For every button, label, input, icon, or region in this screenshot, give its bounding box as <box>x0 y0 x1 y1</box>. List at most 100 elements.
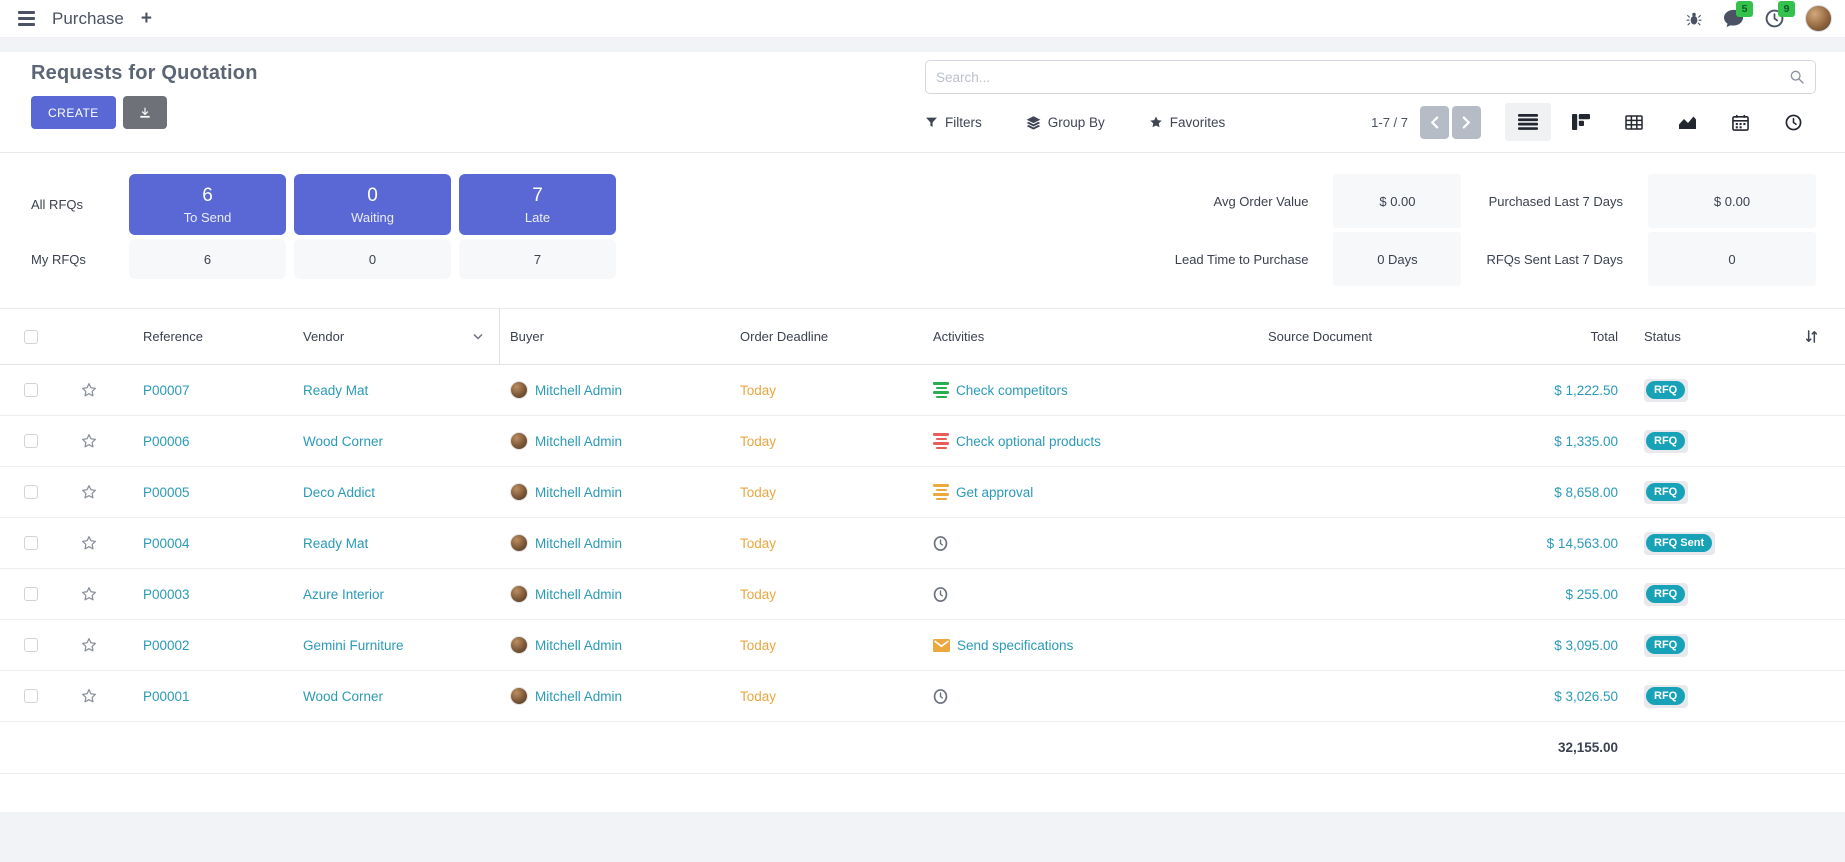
activity-list-icon[interactable] <box>933 433 949 449</box>
activities-clock-icon[interactable]: 9 <box>1765 9 1784 28</box>
apps-menu-icon[interactable] <box>18 11 35 26</box>
sort-chevron-icon[interactable] <box>473 333 483 340</box>
header-buyer[interactable]: Buyer <box>500 329 725 344</box>
view-activity-button[interactable] <box>1770 103 1816 141</box>
header-status[interactable]: Status <box>1630 329 1778 344</box>
activity-label[interactable]: Get approval <box>956 485 1033 500</box>
reference-link[interactable]: P00003 <box>143 587 190 602</box>
reference-link[interactable]: P00004 <box>143 536 190 551</box>
vendor-link[interactable]: Deco Addict <box>303 485 375 500</box>
activity-cell[interactable]: Send specifications <box>920 638 1230 653</box>
activity-label[interactable]: Check optional products <box>956 434 1101 449</box>
row-checkbox[interactable] <box>24 689 38 703</box>
activity-clock-icon[interactable] <box>933 586 948 603</box>
tile-to-send-my[interactable]: 6 <box>129 239 286 279</box>
table-row[interactable]: P00003 Azure Interior Mitchell Admin Tod… <box>0 569 1845 620</box>
activity-cell[interactable] <box>920 688 1230 705</box>
activity-label[interactable]: Send specifications <box>957 638 1073 653</box>
row-checkbox[interactable] <box>24 383 38 397</box>
row-checkbox[interactable] <box>24 638 38 652</box>
create-button[interactable]: CREATE <box>31 96 116 129</box>
tile-waiting-all[interactable]: 0 Waiting <box>294 174 451 235</box>
vendor-link[interactable]: Ready Mat <box>303 383 368 398</box>
row-star[interactable] <box>62 585 115 603</box>
reference-link[interactable]: P00006 <box>143 434 190 449</box>
row-star[interactable] <box>62 534 115 552</box>
view-kanban-button[interactable] <box>1558 103 1604 141</box>
search-icon[interactable] <box>1789 69 1805 85</box>
kpi-rfqs-sent-7d: 0 <box>1648 232 1816 286</box>
table-row[interactable]: P00002 Gemini Furniture Mitchell Admin T… <box>0 620 1845 671</box>
activity-cell[interactable]: Get approval <box>920 484 1230 500</box>
pager-previous-button[interactable] <box>1420 106 1449 139</box>
row-star[interactable] <box>62 381 115 399</box>
row-checkbox[interactable] <box>24 536 38 550</box>
debug-bug-icon[interactable] <box>1686 10 1702 27</box>
header-source-document[interactable]: Source Document <box>1230 329 1450 344</box>
activity-cell[interactable]: Check competitors <box>920 382 1230 398</box>
favorites-button[interactable]: Favorites <box>1149 115 1226 130</box>
row-star[interactable] <box>62 483 115 501</box>
row-checkbox[interactable] <box>24 587 38 601</box>
vendor-link[interactable]: Wood Corner <box>303 434 383 449</box>
reference-link[interactable]: P00002 <box>143 638 190 653</box>
activity-cell[interactable]: Check optional products <box>920 433 1230 449</box>
activity-cell[interactable] <box>920 586 1230 603</box>
tile-late-my[interactable]: 7 <box>459 239 616 279</box>
view-pivot-button[interactable] <box>1611 103 1657 141</box>
buyer-name: Mitchell Admin <box>535 536 622 551</box>
table-row[interactable]: P00004 Ready Mat Mitchell Admin Today $ … <box>0 518 1845 569</box>
export-download-button[interactable] <box>123 96 167 129</box>
reference-link[interactable]: P00007 <box>143 383 190 398</box>
group-by-button[interactable]: Group By <box>1026 115 1105 130</box>
header-vendor[interactable]: Vendor <box>295 309 500 364</box>
header-order-deadline[interactable]: Order Deadline <box>725 329 920 344</box>
activity-list-icon[interactable] <box>933 382 949 398</box>
tile-to-send: 6 To Send 6 <box>129 174 286 308</box>
status-badge-label: RFQ <box>1646 636 1685 654</box>
activity-list-icon[interactable] <box>933 484 949 500</box>
pager-next-button[interactable] <box>1452 106 1481 139</box>
kpi-purchased-7d-label: Purchased Last 7 Days <box>1486 194 1623 209</box>
select-all-checkbox[interactable] <box>24 330 38 344</box>
vendor-link[interactable]: Ready Mat <box>303 536 368 551</box>
view-graph-button[interactable] <box>1664 103 1710 141</box>
filters-button[interactable]: Filters <box>925 115 982 130</box>
activity-cell[interactable] <box>920 535 1230 552</box>
vendor-link[interactable]: Gemini Furniture <box>303 638 404 653</box>
tile-to-send-all[interactable]: 6 To Send <box>129 174 286 235</box>
vendor-link[interactable]: Wood Corner <box>303 689 383 704</box>
tile-waiting-my[interactable]: 0 <box>294 239 451 279</box>
header-total[interactable]: Total <box>1450 329 1630 344</box>
row-star[interactable] <box>62 687 115 705</box>
row-checkbox[interactable] <box>24 434 38 448</box>
kpi-rfqs-sent-7d-label: RFQs Sent Last 7 Days <box>1486 252 1623 267</box>
search-input[interactable] <box>926 70 1789 85</box>
vendor-link[interactable]: Azure Interior <box>303 587 384 602</box>
new-tab-plus-icon[interactable]: + <box>141 9 152 28</box>
optional-columns-button[interactable] <box>1778 329 1845 344</box>
messages-icon[interactable]: 5 <box>1723 9 1744 28</box>
view-calendar-button[interactable] <box>1717 103 1763 141</box>
table-row[interactable]: P00001 Wood Corner Mitchell Admin Today … <box>0 671 1845 722</box>
table-row[interactable]: P00005 Deco Addict Mitchell Admin Today … <box>0 467 1845 518</box>
table-row[interactable]: P00006 Wood Corner Mitchell Admin Today … <box>0 416 1845 467</box>
activity-envelope-icon[interactable] <box>933 639 950 652</box>
header-reference[interactable]: Reference <box>115 329 295 344</box>
activity-clock-icon[interactable] <box>933 535 948 552</box>
user-avatar[interactable] <box>1805 5 1832 32</box>
tile-late-all[interactable]: 7 Late <box>459 174 616 235</box>
reference-link[interactable]: P00001 <box>143 689 190 704</box>
group-by-label: Group By <box>1048 115 1105 130</box>
row-star[interactable] <box>62 432 115 450</box>
activity-label[interactable]: Check competitors <box>956 383 1068 398</box>
table-row[interactable]: P00007 Ready Mat Mitchell Admin Today Ch… <box>0 365 1845 416</box>
activity-clock-icon[interactable] <box>933 688 948 705</box>
view-list-button[interactable] <box>1505 103 1551 141</box>
row-star[interactable] <box>62 636 115 654</box>
reference-link[interactable]: P00005 <box>143 485 190 500</box>
app-name[interactable]: Purchase <box>52 9 124 29</box>
row-checkbox[interactable] <box>24 485 38 499</box>
header-activities[interactable]: Activities <box>920 329 1230 344</box>
envelope-icon <box>933 639 950 652</box>
